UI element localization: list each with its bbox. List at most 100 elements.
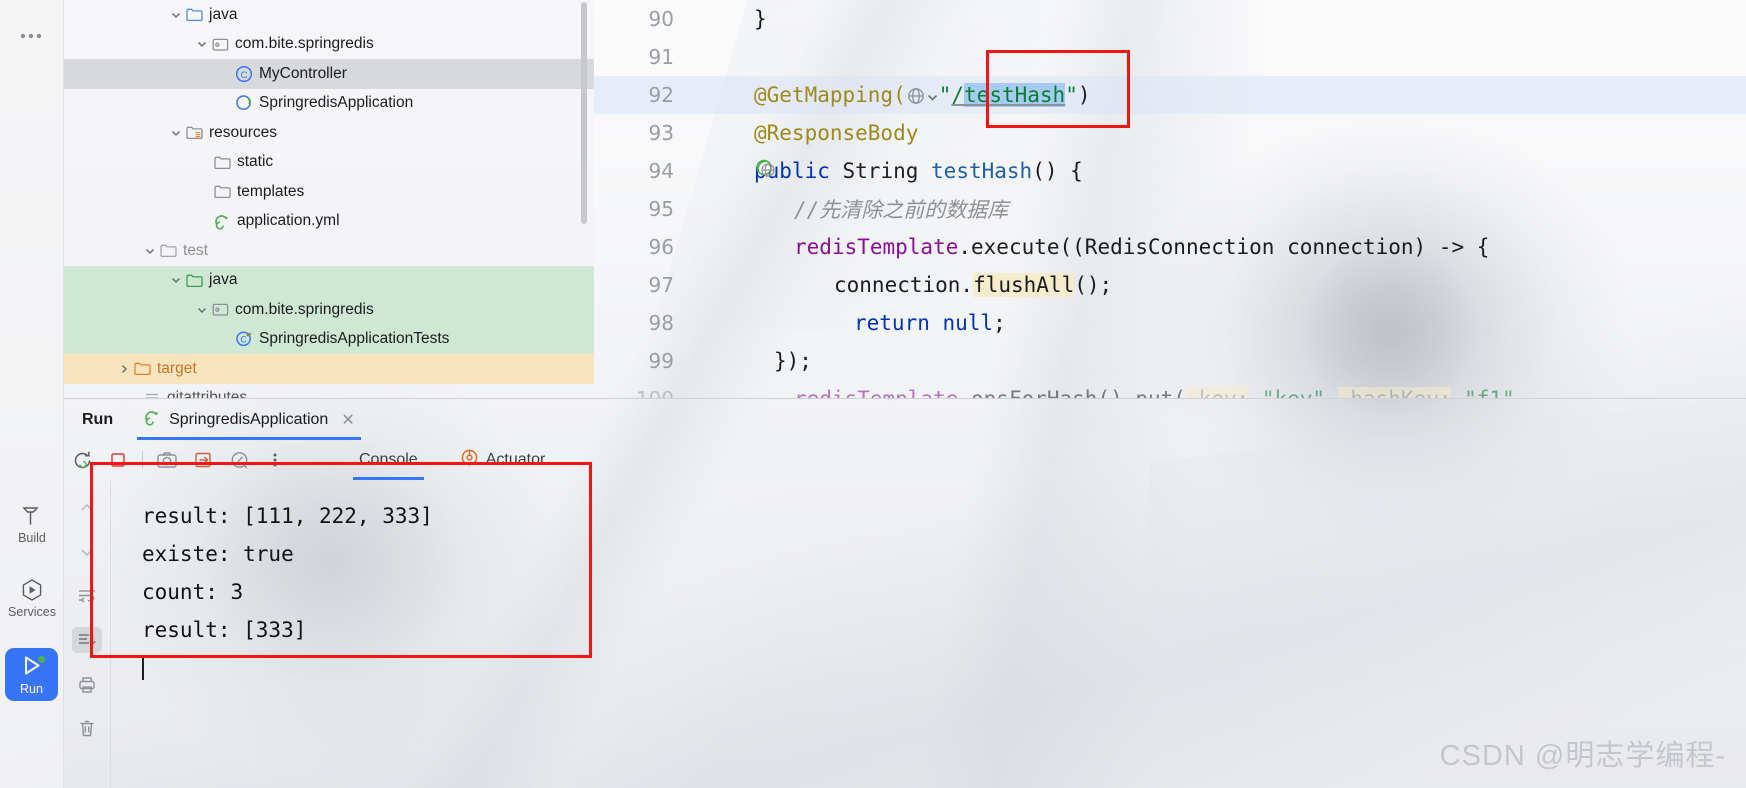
tree-row[interactable]: com.bite.springredis	[64, 295, 594, 325]
profiler-icon[interactable]	[221, 445, 257, 475]
param-hint-key: key:	[1185, 387, 1250, 398]
run-tab-bar: Run SpringredisApplication ✕	[64, 399, 367, 440]
tree-row-label: test	[183, 241, 208, 259]
chevron-down-icon[interactable]	[168, 274, 184, 286]
method-flushall: flushAll	[973, 273, 1075, 297]
rail-item-services[interactable]: Services	[0, 577, 64, 619]
string-quote-close: "	[1065, 83, 1078, 107]
editor-line-92[interactable]: 92 @GetMapping("/testHash") mingzhi1212	[594, 76, 1746, 114]
tree-row-label: SpringredisApplicationTests	[259, 330, 450, 348]
code-text: });	[774, 349, 812, 373]
line-number: 100	[594, 380, 684, 398]
tree-row[interactable]: gitattributes	[64, 384, 594, 398]
tree-row[interactable]: application.yml	[64, 207, 594, 237]
chevron-down-icon[interactable]	[926, 83, 939, 107]
literal-null: null	[942, 311, 994, 335]
editor-line-99[interactable]: 99 });	[594, 342, 1746, 380]
param-hint-hashkey: hashKey:	[1337, 387, 1452, 398]
path-slash: /	[951, 83, 965, 107]
tree-row[interactable]: java	[64, 265, 594, 295]
camera-icon[interactable]	[149, 445, 185, 475]
print-icon[interactable]	[72, 671, 102, 697]
clear-all-icon[interactable]	[72, 715, 102, 741]
line-number: 90	[648, 7, 674, 31]
close-paren: )	[1077, 83, 1091, 107]
class-c-icon: C	[234, 65, 254, 83]
rail-item-run[interactable]: Run	[5, 648, 58, 701]
folder-orange-icon	[132, 361, 152, 376]
close-icon[interactable]: ✕	[341, 410, 354, 430]
editor-line-92-path[interactable]: testHash	[964, 83, 1066, 107]
project-tree[interactable]: java com.bite.springredis C MyController…	[64, 0, 594, 398]
panel-divider	[64, 398, 1746, 399]
spring-leaf-icon	[212, 212, 232, 231]
tab-actuator[interactable]: Actuator	[450, 445, 556, 475]
tree-row-label: com.bite.springredis	[235, 35, 374, 53]
rail-overflow-icon[interactable]	[20, 25, 44, 42]
line-number: 91	[648, 45, 674, 69]
field-redistemplate: redisTemplate	[794, 387, 958, 398]
tree-row-label: SpringredisApplication	[259, 94, 414, 112]
editor-line-98[interactable]: 98 return null;	[594, 304, 1746, 342]
chevron-down-icon[interactable]	[194, 38, 210, 50]
run-tab-springredisapplication[interactable]: SpringredisApplication ✕	[131, 399, 367, 440]
editor-line-100[interactable]: 100 redisTemplate.opsForHash().put( key:…	[594, 380, 1746, 398]
thread-dump-icon[interactable]	[185, 445, 221, 475]
spring-class-icon	[234, 94, 254, 113]
chevron-right-icon[interactable]	[116, 363, 132, 375]
soft-wrap-icon[interactable]	[72, 583, 102, 609]
tree-row[interactable]: resources	[64, 118, 594, 148]
tree-row[interactable]: java	[64, 0, 594, 30]
tree-row[interactable]: SpringredisApplication	[64, 89, 594, 119]
rerun-icon[interactable]	[64, 445, 100, 475]
scroll-up-icon[interactable]	[72, 495, 102, 521]
services-icon	[19, 577, 45, 603]
chevron-down-icon[interactable]	[168, 127, 184, 139]
tab-console[interactable]: Console	[349, 445, 428, 480]
tree-row[interactable]: static	[64, 148, 594, 178]
code-text: }	[754, 7, 767, 31]
scroll-down-icon[interactable]	[72, 539, 102, 565]
more-options-icon[interactable]	[257, 445, 293, 475]
chevron-down-icon[interactable]	[142, 245, 158, 257]
folder-test-icon	[158, 243, 178, 258]
tree-row-mycontroller[interactable]: C MyController	[64, 59, 594, 89]
code-mid: .opsForHash().put(	[958, 387, 1186, 398]
chevron-down-icon[interactable]	[168, 9, 184, 21]
tree-row-target[interactable]: target	[64, 354, 594, 384]
tree-row[interactable]: templates	[64, 177, 594, 207]
toolbar-separator	[142, 451, 143, 469]
scroll-to-end-icon[interactable]	[72, 627, 102, 653]
editor-line-95[interactable]: 95 //先清除之前的数据库	[594, 190, 1746, 228]
rail-item-build[interactable]: Build	[0, 503, 64, 545]
tree-row[interactable]: com.bite.springredis	[64, 30, 594, 60]
tree-row[interactable]: C SpringredisApplicationTests	[64, 324, 594, 354]
run-status-dot	[38, 656, 45, 663]
editor-line-96[interactable]: 96 redisTemplate.execute((RedisConnectio…	[594, 228, 1746, 266]
code-editor[interactable]: 90 } 91 92 @GetMapping("/testHash") ming…	[594, 0, 1746, 398]
tree-row-label: java	[209, 5, 238, 23]
chevron-down-icon[interactable]	[194, 304, 210, 316]
hammer-icon	[19, 503, 45, 529]
tree-scrollbar[interactable]	[581, 2, 587, 224]
code-text: redisTemplate.execute((RedisConnection c…	[794, 235, 1489, 259]
tree-row-label: resources	[209, 123, 278, 141]
svg-text:C: C	[240, 334, 247, 344]
package-icon	[210, 302, 230, 317]
editor-line-90[interactable]: 90 }	[594, 0, 1746, 38]
active-tab-underline	[137, 437, 361, 440]
code-tail: () {	[1032, 159, 1083, 183]
tree-row-label: gitattributes	[167, 389, 248, 398]
tree-row[interactable]: test	[64, 236, 594, 266]
stop-icon[interactable]	[100, 445, 136, 475]
annotation-getmapping: @GetMapping(	[754, 83, 906, 107]
editor-line-94[interactable]: 94 public String testHash() {	[594, 152, 1746, 190]
console-line: result: [333]	[142, 618, 307, 642]
globe-gutter-icon[interactable]	[906, 83, 926, 107]
editor-line-97[interactable]: 97 connection.flushAll();	[594, 266, 1746, 304]
editor-line-91[interactable]: 91	[594, 38, 1746, 76]
tree-row-label: java	[209, 271, 238, 289]
code-text: public String testHash() {	[754, 159, 1083, 183]
code-rest: .execute((RedisConnection connection) ->…	[958, 235, 1490, 259]
spring-run-icon	[143, 408, 162, 432]
